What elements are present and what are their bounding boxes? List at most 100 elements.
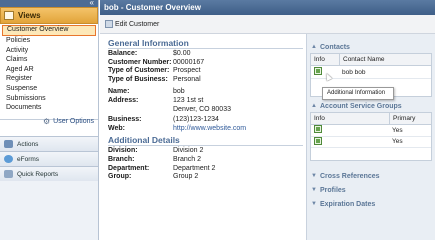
field-row: Type of Customer: Prospect xyxy=(108,67,306,76)
sidebar-item-claims[interactable]: Claims xyxy=(0,55,98,65)
info-icon[interactable] xyxy=(314,67,322,75)
account-service-groups-header[interactable]: ▲ Account Service Groups xyxy=(307,100,435,112)
field-value: 00000167 xyxy=(173,58,205,66)
field-label: Customer Number: xyxy=(108,58,172,66)
actions-icon xyxy=(4,140,13,148)
info-icon[interactable] xyxy=(314,125,322,134)
field-value: Department 2 xyxy=(173,164,216,172)
field-label: Department: xyxy=(108,164,150,172)
additional-information-tooltip: Additional Information xyxy=(322,87,394,100)
column-header-info: Info xyxy=(314,56,325,63)
sidebar-item-policies[interactable]: Policies xyxy=(0,36,98,46)
sidebar-item-aged-ar[interactable]: Aged AR xyxy=(0,65,98,75)
field-value: Personal xyxy=(173,75,201,83)
profiles-header[interactable]: ▼ Profiles xyxy=(307,183,435,197)
sidebar-item-suspense[interactable]: Suspense xyxy=(0,84,98,94)
sidebar-top-bar: « xyxy=(0,0,98,7)
field-label: Division: xyxy=(108,147,138,155)
field-value: Group 2 xyxy=(173,173,199,181)
collapse-sidebar-icon[interactable]: « xyxy=(90,0,94,7)
views-label: Views xyxy=(18,11,41,20)
sidebar-section-label: Quick Reports xyxy=(17,170,59,178)
edit-customer-button[interactable]: Edit Customer xyxy=(103,19,161,29)
field-label: Group: xyxy=(108,173,132,181)
chevron-down-icon: ▼ xyxy=(311,187,317,193)
field-row: Business: (123)123-1234 xyxy=(108,116,306,125)
chevron-down-icon: ▼ xyxy=(311,173,317,179)
table-row[interactable]: Yes xyxy=(311,136,431,148)
user-options-link[interactable]: ⚙ User Options xyxy=(43,117,94,126)
field-value: Division 2 xyxy=(173,147,204,155)
expiration-dates-title: Expiration Dates xyxy=(320,200,376,208)
sidebar-item-documents[interactable]: Documents xyxy=(0,103,98,113)
field-label: Name: xyxy=(108,88,130,96)
sidebar-item-register[interactable]: Register xyxy=(0,74,98,84)
views-header[interactable]: Views xyxy=(0,7,98,24)
field-row: Division: Division 2 xyxy=(108,147,306,156)
field-value: bob xyxy=(173,88,185,96)
contact-name-cell: bob bob xyxy=(342,68,366,76)
user-options-label: User Options xyxy=(53,118,95,125)
field-row: Denver, CO 80033 xyxy=(108,106,306,115)
edit-customer-label: Edit Customer xyxy=(115,20,160,28)
customer-details: General Information Balance: $0.00 Custom… xyxy=(100,34,306,240)
sidebar-section-label: Actions xyxy=(17,140,39,148)
field-label: Branch: xyxy=(108,155,135,163)
sidebar-item-activity[interactable]: Activity xyxy=(0,46,98,56)
sidebar-section-label: eForms xyxy=(17,155,40,163)
account-service-groups-title: Account Service Groups xyxy=(320,102,402,110)
field-label: Business: xyxy=(108,116,142,124)
sidebar-section-actions[interactable]: Actions xyxy=(0,136,98,151)
contacts-title: Contacts xyxy=(320,43,350,51)
sidebar-item-submissions[interactable]: Submissions xyxy=(0,94,98,104)
field-row: Type of Business: Personal xyxy=(108,76,306,85)
table-header: Info Primary xyxy=(311,113,431,125)
field-value: Denver, CO 80033 xyxy=(173,105,231,113)
primary-cell: Yes xyxy=(392,138,403,146)
divider xyxy=(108,145,303,147)
chevron-down-icon: ▼ xyxy=(311,201,317,207)
additional-details-title: Additional Details xyxy=(108,135,180,146)
info-icon[interactable] xyxy=(314,136,322,145)
table-row[interactable]: Yes xyxy=(311,125,431,137)
divider xyxy=(108,48,303,49)
edit-icon xyxy=(105,20,113,28)
gear-icon: ⚙ xyxy=(43,117,51,126)
field-row: Balance: $0.00 xyxy=(108,50,306,59)
right-panel: ▲ Contacts Info Contact Name bob bob ▲ A… xyxy=(306,34,435,240)
cross-references-header[interactable]: ▼ Cross References xyxy=(307,169,435,183)
cross-references-title: Cross References xyxy=(320,172,380,180)
eforms-icon xyxy=(4,155,13,163)
toolbar: Edit Customer xyxy=(100,15,435,34)
column-header-contact-name: Contact Name xyxy=(339,54,385,65)
field-row: Address: 123 1st st xyxy=(108,97,306,106)
contacts-header[interactable]: ▲ Contacts xyxy=(307,41,435,53)
sidebar-item-customer-overview[interactable]: Customer Overview xyxy=(2,25,96,36)
field-row: Web: http://www.website.com xyxy=(108,125,306,134)
field-row: Name: bob xyxy=(108,88,306,97)
field-label: Web: xyxy=(108,124,125,132)
table-header: Info Contact Name xyxy=(311,54,431,66)
field-label: Address: xyxy=(108,96,139,104)
field-row: Group: Group 2 xyxy=(108,173,306,182)
website-link[interactable]: http://www.website.com xyxy=(173,125,246,134)
chevron-up-icon: ▲ xyxy=(311,103,317,109)
field-label: Balance: xyxy=(108,50,138,57)
profiles-title: Profiles xyxy=(320,186,346,194)
views-icon xyxy=(4,11,14,20)
field-value: $0.00 xyxy=(173,50,191,57)
account-service-groups-table: Info Primary Yes Yes xyxy=(310,112,432,161)
sidebar-section-quick-reports[interactable]: Quick Reports xyxy=(0,166,98,181)
field-row: Customer Number: 00000167 xyxy=(108,59,306,68)
primary-cell: Yes xyxy=(392,126,403,134)
column-header-info: Info xyxy=(314,115,325,122)
page-title: bob - Customer Overview xyxy=(100,0,435,15)
field-value: (123)123-1234 xyxy=(173,116,219,124)
reports-icon xyxy=(4,170,13,178)
field-row: Branch: Branch 2 xyxy=(108,156,306,165)
field-row: Department: Department 2 xyxy=(108,165,306,174)
expiration-dates-header[interactable]: ▼ Expiration Dates xyxy=(307,197,435,211)
chevron-up-icon: ▲ xyxy=(311,44,317,50)
sidebar-section-eforms[interactable]: eForms xyxy=(0,151,98,166)
field-value: 123 1st st xyxy=(173,96,204,104)
